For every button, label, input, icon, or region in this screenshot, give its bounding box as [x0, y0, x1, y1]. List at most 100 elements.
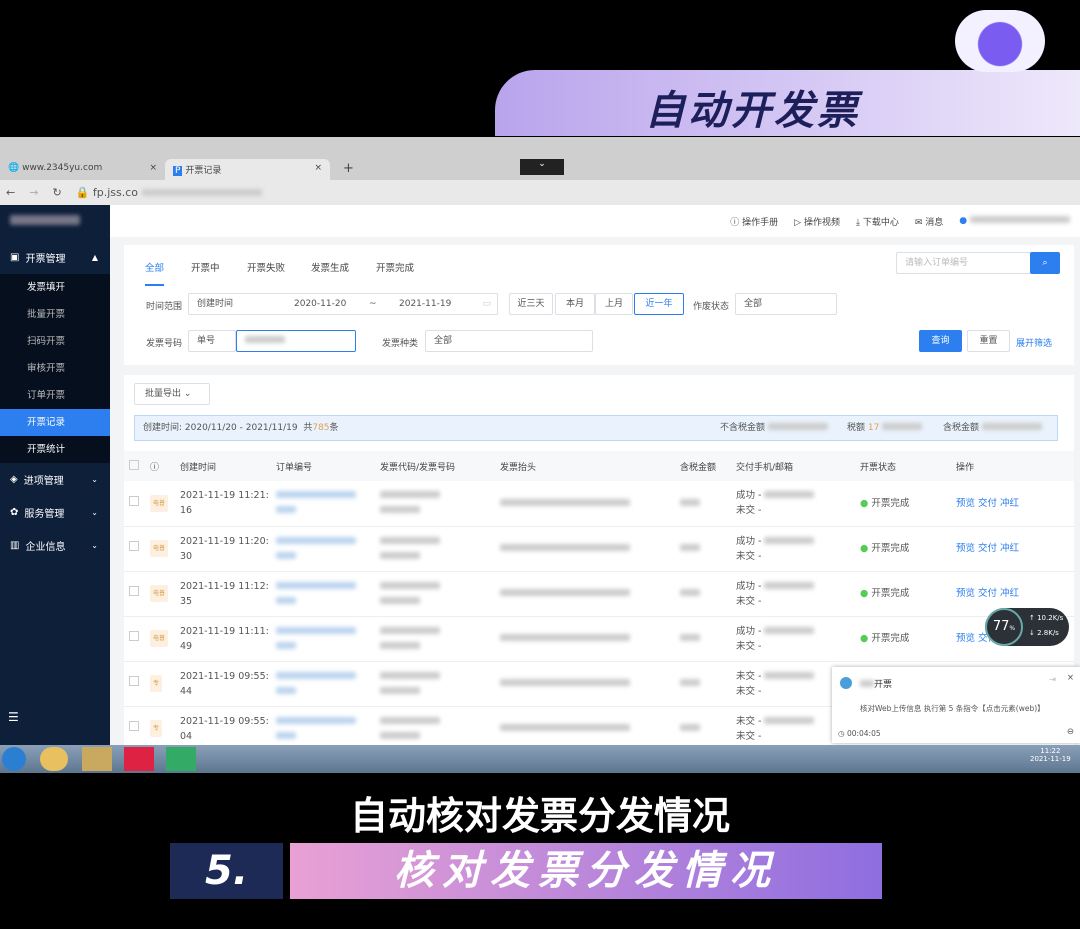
row-checkbox[interactable]: [129, 676, 139, 686]
number-type-select[interactable]: 单号: [188, 330, 236, 352]
pin-icon[interactable]: ⇥: [1049, 675, 1056, 685]
chrome-icon[interactable]: [40, 747, 68, 771]
tab-all[interactable]: 全部: [145, 260, 165, 286]
order-search-input[interactable]: 请输入订单编号: [896, 252, 1031, 274]
back-icon[interactable]: ←: [6, 186, 15, 199]
close-icon[interactable]: ×: [1067, 673, 1074, 683]
preview-link[interactable]: 预览: [956, 588, 975, 599]
upload-speed: ↑ 10.2K/s: [1029, 614, 1064, 622]
close-icon[interactable]: ×: [149, 163, 157, 173]
order-number[interactable]: [276, 661, 380, 707]
app-icon[interactable]: [166, 747, 196, 771]
col-amount: 含税金额: [680, 451, 736, 481]
video-link[interactable]: ▷ 操作视频: [794, 215, 840, 228]
delivery-email: 未交 -: [736, 505, 762, 517]
gauge-percent: 77: [992, 619, 1010, 634]
tab-generated[interactable]: 发票生成: [311, 260, 349, 274]
browser-tab-1[interactable]: 🌐 www.2345yu.com ×: [0, 159, 165, 180]
quick-this-month[interactable]: 本月: [555, 293, 595, 315]
time-seconds: 35: [180, 595, 193, 607]
url-field[interactable]: 🔒 fp.jss.co: [76, 186, 262, 199]
tab-issuing[interactable]: 开票中: [191, 260, 220, 274]
sidebar-item-scan[interactable]: 扫码开票: [0, 328, 110, 355]
sidebar-item-order[interactable]: 订单开票: [0, 382, 110, 409]
table-row: 电普 2021-11-19 11:11: 49 成功 - 未交 - ● 开票完成 …: [124, 616, 1074, 662]
search-button[interactable]: ⌕: [1030, 252, 1060, 274]
red-flush-link[interactable]: 冲红: [1000, 543, 1019, 554]
invoice-kind-select[interactable]: 全部: [425, 330, 593, 352]
app-icon[interactable]: [124, 747, 154, 771]
delivery-phone: 未交 -: [736, 670, 762, 682]
close-icon[interactable]: ×: [314, 163, 322, 173]
download-label: 下载中心: [862, 217, 899, 228]
invoice-number-input[interactable]: [236, 330, 356, 352]
sidebar-item-fill[interactable]: 发票填开: [0, 274, 110, 301]
preview-link[interactable]: 预览: [956, 633, 975, 644]
summary-range: 创建时间: 2020/11/20 - 2021/11/19: [143, 423, 298, 433]
sidebar-item-records[interactable]: 开票记录: [0, 409, 110, 436]
time-text: 2021-11-19 11:21:: [180, 490, 269, 502]
sidebar-group-company[interactable]: ▥ 企业信息 ⌄: [0, 529, 110, 562]
deliver-link[interactable]: 交付: [978, 543, 997, 554]
total-count: 785: [312, 423, 330, 433]
download-link[interactable]: ⤓ 下载中心: [856, 215, 899, 228]
row-checkbox[interactable]: [129, 495, 139, 506]
col-header: 发票抬头: [500, 451, 680, 481]
row-checkbox[interactable]: [129, 586, 139, 596]
reload-icon[interactable]: ↻: [52, 186, 61, 199]
quick-3days[interactable]: 近三天: [509, 293, 553, 315]
collapse-menu-icon[interactable]: ☰: [8, 710, 19, 724]
row-checkbox[interactable]: [129, 541, 139, 551]
dropdown-icon[interactable]: ⌄: [520, 159, 564, 175]
sidebar-group-invoice[interactable]: ▣ 开票管理 ▲: [0, 241, 110, 274]
folder-icon[interactable]: [82, 747, 112, 771]
tab-failed[interactable]: 开票失败: [247, 260, 285, 274]
time-type-select[interactable]: 创建时间: [197, 299, 233, 309]
favicon-icon: P: [173, 166, 183, 176]
browser-tab-2[interactable]: P 开票记录 ×: [165, 159, 330, 180]
expand-filter-link[interactable]: 展开筛选: [1016, 336, 1052, 349]
date-range-picker[interactable]: 创建时间 2020-11-20 ~2021-11-19 ▭: [188, 293, 498, 315]
user-menu[interactable]: ●: [959, 216, 1070, 226]
forward-icon[interactable]: →: [29, 186, 38, 199]
order-number[interactable]: [276, 526, 380, 572]
quick-last-year[interactable]: 近一年: [634, 293, 684, 315]
total-suffix: 条: [329, 423, 339, 433]
select-all-checkbox[interactable]: [129, 459, 139, 470]
manual-label: 操作手册: [742, 217, 779, 228]
new-tab-button[interactable]: +: [335, 157, 362, 178]
message-link[interactable]: ✉ 消息: [915, 215, 943, 228]
sidebar-item-stats[interactable]: 开票统计: [0, 436, 110, 463]
order-number[interactable]: [276, 481, 380, 527]
preview-link[interactable]: 预览: [956, 543, 975, 554]
red-flush-link[interactable]: 冲红: [1000, 498, 1019, 509]
row-checkbox[interactable]: [129, 721, 139, 731]
order-number[interactable]: [276, 616, 380, 662]
invoice-status: ● 开票完成: [860, 616, 956, 662]
reset-button[interactable]: 重置: [967, 330, 1010, 352]
untaxed-label: 不含税金额: [720, 423, 766, 433]
table-row: 电普 2021-11-19 11:20: 30 成功 - 未交 - ● 开票完成 …: [124, 526, 1074, 572]
sidebar-group-input[interactable]: ◈ 进项管理 ⌄: [0, 463, 110, 496]
query-button[interactable]: 查询: [919, 330, 962, 352]
order-number[interactable]: [276, 571, 380, 617]
delivery-phone: 未交 -: [736, 715, 762, 727]
sidebar-group-service[interactable]: ✿ 服务管理 ⌄: [0, 496, 110, 529]
deliver-link[interactable]: 交付: [978, 498, 997, 509]
row-checkbox[interactable]: [129, 631, 139, 641]
minimize-icon[interactable]: ⊖: [1067, 727, 1074, 737]
start-button[interactable]: [2, 747, 26, 771]
main-content: ⓘ 操作手册 ▷ 操作视频 ⤓ 下载中心 ✉ 消息 ● 全部 开票中 开票失败 …: [110, 205, 1080, 752]
sidebar-item-review[interactable]: 审核开票: [0, 355, 110, 382]
tab-completed[interactable]: 开票完成: [376, 260, 414, 274]
manual-link[interactable]: ⓘ 操作手册: [730, 215, 778, 228]
red-flush-link[interactable]: 冲红: [1000, 588, 1019, 599]
timer: ◷ 00:04:05: [838, 729, 881, 738]
building-icon: ▥: [10, 540, 20, 551]
void-status-select[interactable]: 全部: [735, 293, 837, 315]
sidebar-item-batch[interactable]: 批量开票: [0, 301, 110, 328]
preview-link[interactable]: 预览: [956, 498, 975, 509]
batch-export-button[interactable]: 批量导出 ⌄: [134, 383, 210, 405]
deliver-link[interactable]: 交付: [978, 588, 997, 599]
quick-last-month[interactable]: 上月: [595, 293, 633, 315]
